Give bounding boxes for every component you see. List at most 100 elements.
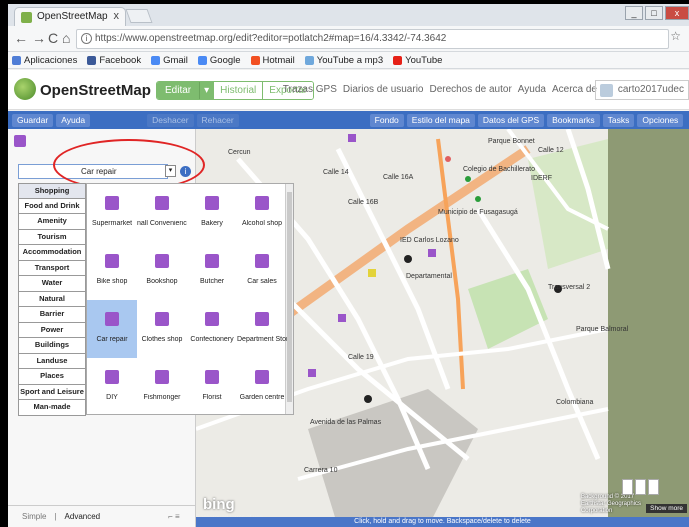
show-more-button[interactable]: Show more [646,504,687,513]
separator: | [54,512,57,521]
forward-arrow-icon[interactable]: → [32,30,46,46]
edit-button[interactable]: Editar [157,82,200,99]
category-tab[interactable]: Natural [18,291,86,307]
shop-marker [308,369,316,377]
gps-data-button[interactable]: Datos del GPS [477,113,545,127]
info-icon[interactable]: i [180,166,191,177]
preset-item[interactable]: Bike shop [87,242,137,300]
category-tab[interactable]: Accommodation [18,245,86,261]
options-button[interactable]: Opciones [637,113,684,127]
tab-close-icon[interactable]: x [114,10,120,22]
category-tab[interactable]: Shopping [18,183,86,199]
user-menu[interactable]: carto2017udec [594,80,689,100]
arrow-tool-icon[interactable] [635,479,646,495]
scroll-thumb[interactable] [287,192,292,402]
help-button[interactable]: Ayuda [56,113,91,127]
bookmarks-button[interactable]: Bookmarks [547,113,600,127]
history-tab[interactable]: Historial [213,82,263,99]
preset-item[interactable]: Car repair [87,300,137,358]
link-help[interactable]: Ayuda [518,84,546,95]
preset-item[interactable]: Alcohol shop [237,184,287,242]
bookmark-item[interactable]: Hotmail [250,55,295,66]
attribution-line: Corporation [580,508,613,514]
minimize-button[interactable]: _ [625,6,643,20]
bookmark-label: Gmail [163,54,188,66]
bookmark-item[interactable]: Gmail [151,55,188,66]
bookmark-label: Google [209,54,241,66]
preset-item[interactable]: Supermarket [87,184,137,242]
advanced-mode-link[interactable]: Advanced [65,512,101,521]
shop-tag-icon [14,135,26,147]
preset-item[interactable]: DIY [87,358,137,416]
preset-item[interactable]: Clothes shop [137,300,187,358]
osm-logo-icon[interactable] [14,78,36,100]
bookmark-item[interactable]: Google [197,54,241,66]
bookmark-star-icon[interactable]: ☆ [670,29,681,43]
bookmark-icon [304,55,314,65]
new-tab-button[interactable] [125,9,153,23]
link-user-diaries[interactable]: Diarios de usuario [343,84,424,95]
category-tab[interactable]: Sport and Leisure [18,384,86,400]
link-gps-traces[interactable]: Trazas GPS [283,84,337,95]
path-tool-icon[interactable] [648,479,659,495]
browser-tab[interactable]: OpenStreetMap x [14,7,126,26]
trash-icon[interactable] [622,479,633,495]
bookmark-item[interactable]: YouTube [393,55,442,66]
category-tab[interactable]: Power [18,322,86,338]
url-input[interactable]: i https://www.openstreetmap.org/edit?edi… [76,29,669,49]
category-tab[interactable]: Tourism [18,229,86,245]
close-window-button[interactable]: x [665,6,689,20]
back-arrow-icon[interactable]: ← [14,30,28,46]
preset-item[interactable]: Butcher [187,242,237,300]
background-button[interactable]: Fondo [369,113,404,127]
edit-caret-button[interactable]: ▾ [199,82,214,99]
preset-select[interactable]: Car repair [18,164,168,179]
reload-icon[interactable]: C [48,30,58,46]
chevron-down-icon[interactable]: ▾ [165,165,176,177]
map-label: Parque Bonnet [488,138,535,145]
category-tab[interactable]: Landuse [18,353,86,369]
map-label: Calle 12 [538,147,564,154]
map-label: Carrera 10 [304,467,338,474]
sidebar-footer: Simple | Advanced ⌐ ≡ [8,505,195,527]
category-tab[interactable]: Buildings [18,338,86,354]
preset-item[interactable]: Confectionery [187,300,237,358]
bookmark-item[interactable]: Aplicaciones [12,55,77,66]
poi [465,176,471,182]
category-tab[interactable]: Water [18,276,86,292]
preset-item[interactable]: Bakery [187,184,237,242]
category-tab[interactable]: Amenity [18,214,86,230]
preset-item[interactable]: Florist [187,358,237,416]
preset-item[interactable]: Car sales [237,242,287,300]
bookmark-item[interactable]: Facebook [87,55,141,66]
map-label: Parque Balmoral [576,326,629,333]
preset-item[interactable]: Fishmonger [137,358,187,416]
info-icon[interactable]: i [81,33,92,44]
map-style-button[interactable]: Estilo del mapa [406,113,475,127]
maximize-button[interactable]: □ [645,6,663,20]
bookmark-item[interactable]: YouTube a mp3 [304,55,383,66]
save-button[interactable]: Guardar [12,113,54,127]
home-icon[interactable]: ⌂ [62,30,70,46]
preset-item[interactable]: Department Store [237,300,287,358]
category-tab[interactable]: Barrier [18,307,86,323]
undo-button[interactable]: Deshacer [147,113,194,127]
link-about[interactable]: Acerca de [552,84,597,95]
preset-label: DIY [106,394,118,401]
category-list: Shopping Food and Drink Amenity Tourism Acco… [18,183,86,416]
map-label: Calle 16A [383,174,414,181]
preset-item[interactable]: Garden centre [237,358,287,416]
category-tab[interactable]: Transport [18,260,86,276]
osm-brand[interactable]: OpenStreetMap [40,82,151,99]
tasks-button[interactable]: Tasks [602,113,635,127]
simple-mode-link[interactable]: Simple [22,512,46,521]
preset-item[interactable]: nall Convenience Sto [137,184,187,242]
preset-item[interactable]: Bookshop [137,242,187,300]
redo-button[interactable]: Rehacer [196,113,239,127]
tab-title: OpenStreetMap [37,11,108,22]
category-tab[interactable]: Man-made [18,400,86,416]
sidebar-tools[interactable]: ⌐ ≡ [168,512,180,521]
category-tab[interactable]: Places [18,369,86,385]
category-tab[interactable]: Food and Drink [18,198,86,214]
link-copyright[interactable]: Derechos de autor [430,84,512,95]
